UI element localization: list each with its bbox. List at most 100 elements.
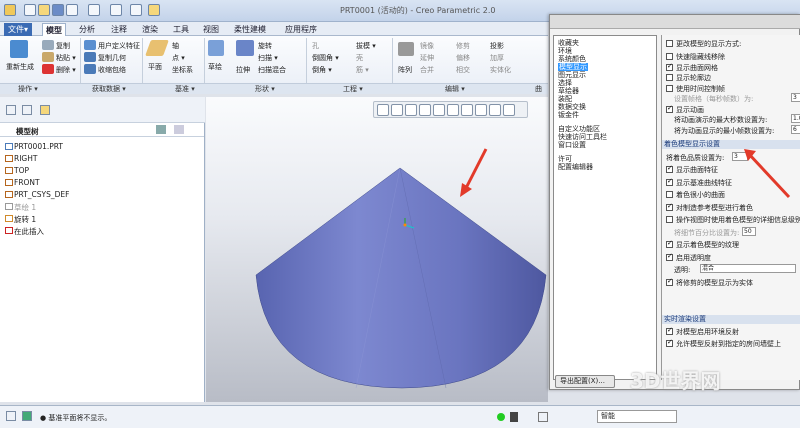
tree-item[interactable]: 旋转 1: [5, 214, 36, 225]
category-item[interactable]: 模型显示: [558, 63, 588, 71]
group-engineering[interactable]: 工程 ▾: [343, 84, 363, 95]
tree-item[interactable]: 草绘 1: [5, 202, 36, 213]
detail-pct-field[interactable]: 50: [742, 226, 756, 236]
axis-button[interactable]: 轴: [172, 41, 179, 51]
intersect-button[interactable]: 相交: [456, 65, 470, 75]
option-checkbox[interactable]: 启用透明度: [666, 252, 711, 263]
window-icon[interactable]: [130, 4, 142, 16]
checkbox[interactable]: [666, 177, 673, 186]
tree-item[interactable]: FRONT: [5, 178, 40, 187]
refit-icon[interactable]: [377, 104, 389, 116]
folder-icon[interactable]: [148, 4, 160, 16]
checkbox[interactable]: [666, 164, 673, 173]
checkbox[interactable]: [666, 326, 673, 335]
category-item[interactable]: 钣金件: [558, 111, 579, 119]
option-checkbox[interactable]: 对制造参考模型进行着色: [666, 202, 753, 213]
tree-filter-icon[interactable]: [174, 125, 184, 134]
trim-button[interactable]: 修剪: [456, 41, 470, 51]
option-value-field[interactable]: 1.0: [791, 114, 800, 123]
tree-item[interactable]: TOP: [5, 166, 29, 175]
group-datum[interactable]: 基准 ▾: [175, 84, 195, 95]
checkbox[interactable]: [666, 239, 673, 248]
delete-button[interactable]: 删除 ▾: [56, 65, 76, 75]
option-value-field[interactable]: 3: [791, 93, 800, 102]
solidify-button[interactable]: 实体化: [490, 65, 511, 75]
rib-button[interactable]: 筋 ▾: [356, 65, 369, 75]
category-item[interactable]: 装配: [558, 95, 572, 103]
checkbox[interactable]: [666, 74, 673, 81]
revolve-button[interactable]: 旋转: [258, 41, 272, 51]
group-editing[interactable]: 编辑 ▾: [445, 84, 465, 95]
option-checkbox[interactable]: 允许模型反射到指定的房间墙壁上: [666, 338, 781, 349]
tab-analysis[interactable]: 分析: [76, 23, 98, 36]
thicken-button[interactable]: 加厚: [490, 53, 504, 63]
regenerate-icon[interactable]: [110, 4, 122, 16]
category-item[interactable]: 图元显示: [558, 71, 586, 79]
checkbox[interactable]: [666, 202, 673, 211]
checkbox[interactable]: [666, 84, 673, 92]
mirror-button[interactable]: 镜像: [420, 41, 434, 51]
checkbox[interactable]: [666, 191, 673, 198]
copy-button[interactable]: 复制: [56, 41, 70, 51]
model-canvas[interactable]: [206, 97, 548, 402]
selection-filter[interactable]: 智能: [597, 410, 677, 423]
tab-applications[interactable]: 应用程序: [282, 23, 320, 36]
group-get-data[interactable]: 获取数据 ▾: [92, 84, 126, 95]
chamfer-button[interactable]: 倒角 ▾: [312, 65, 332, 75]
category-item[interactable]: 许可: [558, 155, 572, 163]
option-checkbox[interactable]: 显示基准曲线特征: [666, 177, 732, 188]
udf-button[interactable]: 用户定义特征: [98, 41, 140, 51]
category-list[interactable]: 收藏夹 环境 系统颜色 模型显示 图元显示 选择 草绘器 装配 数据交换 钣金件 自定义功能区 快速访…: [553, 35, 657, 380]
tab-annotate[interactable]: 注释: [108, 23, 130, 36]
regenerate-button[interactable]: 重新生成: [6, 62, 34, 72]
checkbox[interactable]: [666, 252, 673, 261]
paste-button[interactable]: 粘贴 ▾: [56, 53, 76, 63]
point-button[interactable]: 点 ▾: [172, 53, 185, 63]
find-icon[interactable]: [538, 412, 548, 422]
group-surfaces[interactable]: 曲: [535, 84, 542, 95]
option-value-field[interactable]: 6: [791, 124, 800, 134]
open-folder-icon[interactable]: [38, 4, 50, 16]
merge-button[interactable]: 合并: [420, 65, 434, 75]
checkbox[interactable]: [666, 62, 673, 71]
csys-button[interactable]: 坐标系: [172, 65, 193, 75]
view-manager-icon[interactable]: [461, 104, 473, 116]
spin-center-icon[interactable]: [503, 104, 515, 116]
tab-tools[interactable]: 工具: [170, 23, 192, 36]
tab-flexible-modeling[interactable]: 柔性建模: [231, 23, 269, 36]
datum-display-icon[interactable]: [475, 104, 487, 116]
shell-button[interactable]: 壳: [356, 53, 363, 63]
tree-item[interactable]: 在此插入: [5, 226, 44, 237]
checkbox[interactable]: [666, 277, 673, 286]
checkbox[interactable]: [666, 53, 673, 60]
tab-model[interactable]: 模型: [42, 23, 66, 36]
category-item[interactable]: 配置编辑器: [558, 163, 593, 171]
save-icon[interactable]: [52, 4, 64, 16]
option-checkbox[interactable]: 操作视图时使用着色模型的详细信息级别: [666, 215, 800, 225]
tab-view[interactable]: 视图: [200, 23, 222, 36]
option-checkbox[interactable]: 显示曲面特征: [666, 164, 718, 175]
category-item[interactable]: 选择: [558, 79, 572, 87]
tree-item[interactable]: PRT_CSYS_DEF: [5, 190, 69, 199]
saved-views-icon[interactable]: [447, 104, 459, 116]
category-item[interactable]: 快速访问工具栏: [558, 133, 607, 141]
round-button[interactable]: 倒圆角 ▾: [312, 53, 339, 63]
checkbox[interactable]: [666, 104, 673, 113]
copy-geometry-button[interactable]: 复制几何: [98, 53, 126, 63]
category-item[interactable]: 数据交换: [558, 103, 586, 111]
plane-button[interactable]: 平面: [148, 62, 162, 72]
checkbox[interactable]: [666, 338, 673, 347]
extrude-button[interactable]: 拉伸: [236, 65, 250, 75]
tree-view-icon[interactable]: [6, 105, 16, 115]
option-checkbox[interactable]: 显示轮廓边: [666, 73, 711, 83]
tree-item[interactable]: RIGHT: [5, 154, 37, 163]
option-checkbox[interactable]: 显示动画: [666, 104, 704, 115]
option-checkbox[interactable]: 显示着色模型的纹理: [666, 239, 739, 250]
zoom-out-icon[interactable]: [405, 104, 417, 116]
tab-file[interactable]: 文件▾: [4, 23, 33, 36]
group-operations[interactable]: 操作 ▾: [18, 84, 38, 95]
checkbox[interactable]: [666, 216, 673, 223]
category-item[interactable]: 草绘器: [558, 87, 579, 95]
display-style-icon[interactable]: [433, 104, 445, 116]
graphics-viewport[interactable]: [206, 97, 548, 402]
